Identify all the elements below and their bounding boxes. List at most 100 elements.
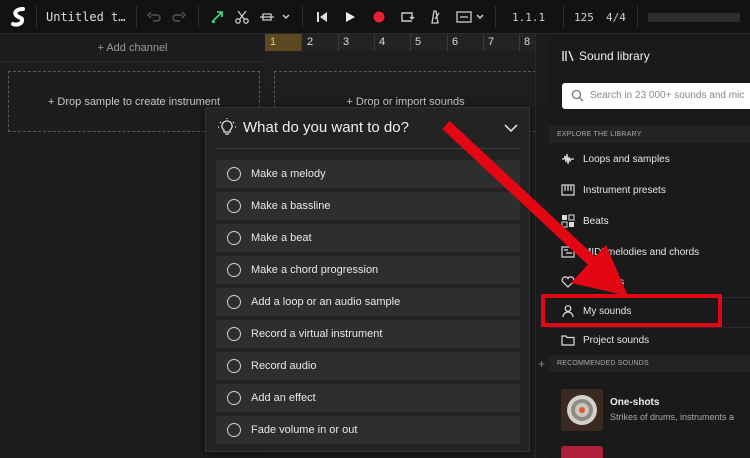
dialog-header[interactable]: What do you want to do? — [206, 108, 529, 148]
radio-icon — [227, 199, 241, 213]
library-item-label: Instrument presets — [583, 184, 666, 196]
skip-back-icon[interactable] — [313, 8, 331, 26]
toolbar-divider — [136, 6, 137, 28]
redo-icon[interactable] — [170, 8, 188, 26]
record-icon[interactable] — [370, 8, 388, 26]
library-search-input[interactable]: Search in 23 000+ sounds and mic — [562, 83, 750, 109]
option-make-bassline[interactable]: Make a bassline — [216, 192, 520, 220]
option-record-virtual-instrument[interactable]: Record a virtual instrument — [216, 320, 520, 348]
library-item-label: MIDI melodies and chords — [583, 246, 700, 258]
metronome-icon[interactable] — [426, 8, 444, 26]
library-item-midi[interactable]: MIDI melodies and chords — [549, 237, 750, 267]
toolbar-divider — [302, 6, 303, 28]
drum-grid-icon — [561, 214, 575, 228]
what-to-do-dialog: What do you want to do? Make a melody Ma… — [205, 107, 530, 452]
option-make-beat[interactable]: Make a beat — [216, 224, 520, 252]
radio-icon — [227, 327, 241, 341]
mixer-mode-icon[interactable] — [258, 8, 276, 26]
library-item-favorites[interactable]: Favorites — [549, 267, 750, 297]
draw-tool-icon[interactable] — [208, 8, 226, 26]
option-label: Make a melody — [251, 168, 326, 180]
undo-icon[interactable] — [145, 8, 163, 26]
time-signature-readout[interactable]: 4/4 — [606, 11, 626, 24]
chevron-down-icon[interactable] — [474, 8, 486, 26]
option-label: Make a bassline — [251, 200, 331, 212]
position-readout[interactable]: 1.1.1 — [512, 11, 545, 24]
library-item-beats[interactable]: Beats — [549, 206, 750, 236]
library-item-label: My sounds — [583, 305, 632, 317]
bar-number: 3 — [343, 36, 350, 48]
lightbulb-icon — [218, 118, 236, 135]
timeline-scrollbar[interactable] — [535, 34, 549, 458]
toolbar-divider — [563, 6, 564, 28]
library-icon — [562, 50, 574, 62]
settings-panel-icon[interactable] — [455, 8, 473, 26]
option-label: Fade volume in or out — [251, 424, 358, 436]
waveform-icon — [561, 152, 575, 166]
folder-icon — [561, 333, 575, 347]
bar-number: 6 — [452, 36, 459, 48]
toolbar-divider — [36, 6, 37, 28]
option-chord-progression[interactable]: Make a chord progression — [216, 256, 520, 284]
option-add-loop[interactable]: Add a loop or an audio sample — [216, 288, 520, 316]
one-shots-thumbnail[interactable] — [561, 389, 603, 431]
library-item-my-sounds[interactable]: My sounds — [549, 296, 750, 326]
card-title[interactable]: One-shots — [610, 397, 659, 408]
library-item-label: Loops and samples — [583, 153, 670, 165]
library-item-label: Beats — [583, 215, 609, 227]
top-toolbar: Untitled t… 1.1.1 125 4/4 — [0, 0, 750, 34]
sound-library-header: Sound library — [549, 34, 750, 78]
add-track-plus-icon[interactable]: + — [538, 357, 545, 371]
option-add-effect[interactable]: Add an effect — [216, 384, 520, 412]
toolbar-divider — [637, 6, 638, 28]
library-item-instrument-presets[interactable]: Instrument presets — [549, 175, 750, 205]
option-label: Record audio — [251, 360, 317, 372]
radio-icon — [227, 167, 241, 181]
bar-number: 1 — [265, 34, 301, 51]
radio-icon — [227, 231, 241, 245]
next-card-thumbnail[interactable] — [561, 446, 603, 458]
search-icon — [571, 89, 584, 102]
bar-number: 4 — [379, 36, 386, 48]
user-icon — [561, 304, 575, 318]
bar-number: 7 — [488, 36, 495, 48]
explore-section-label: EXPLORE THE LIBRARY — [557, 131, 642, 138]
library-item-label: Project sounds — [583, 334, 650, 346]
scissors-icon[interactable] — [233, 8, 251, 26]
loop-icon[interactable] — [398, 8, 416, 26]
option-fade-volume[interactable]: Fade volume in or out — [216, 416, 520, 444]
option-make-melody[interactable]: Make a melody — [216, 160, 520, 188]
option-label: Record a virtual instrument — [251, 328, 383, 340]
library-item-label: Favorites — [583, 276, 625, 288]
drop-import-label: + Drop or import sounds — [346, 95, 465, 108]
app-logo-icon[interactable] — [8, 6, 30, 28]
option-record-audio[interactable]: Record audio — [216, 352, 520, 380]
dialog-title: What do you want to do? — [243, 119, 409, 136]
sound-library-panel: Sound library Search in 23 000+ sounds a… — [549, 34, 750, 458]
midi-icon — [561, 245, 575, 259]
play-icon[interactable] — [341, 8, 359, 26]
bar-number: 8 — [524, 36, 531, 48]
project-title[interactable]: Untitled t… — [46, 10, 125, 24]
sound-library-title: Sound library — [579, 49, 650, 63]
toolbar-divider — [198, 6, 199, 28]
library-item-project-sounds[interactable]: Project sounds — [549, 325, 750, 355]
card-subtitle: Strikes of drums, instruments a — [610, 412, 735, 422]
option-label: Make a chord progression — [251, 264, 379, 276]
radio-icon — [227, 423, 241, 437]
heart-icon — [561, 275, 575, 289]
search-placeholder: Search in 23 000+ sounds and mic — [590, 90, 745, 101]
toolbar-divider — [495, 6, 496, 28]
bar-ruler[interactable]: 1 2 3 4 5 6 7 8 — [265, 34, 535, 51]
drop-sample-label: + Drop sample to create instrument — [47, 95, 221, 108]
library-item-loops[interactable]: Loops and samples — [549, 144, 750, 174]
chevron-down-icon[interactable] — [503, 120, 519, 136]
option-label: Add an effect — [251, 392, 316, 404]
radio-icon — [227, 263, 241, 277]
cpu-meter — [648, 13, 740, 22]
chevron-down-icon[interactable] — [280, 8, 292, 26]
add-channel-button[interactable]: + Add channel — [0, 34, 265, 62]
bar-number: 2 — [307, 36, 314, 48]
tempo-readout[interactable]: 125 — [574, 11, 594, 24]
radio-icon — [227, 391, 241, 405]
